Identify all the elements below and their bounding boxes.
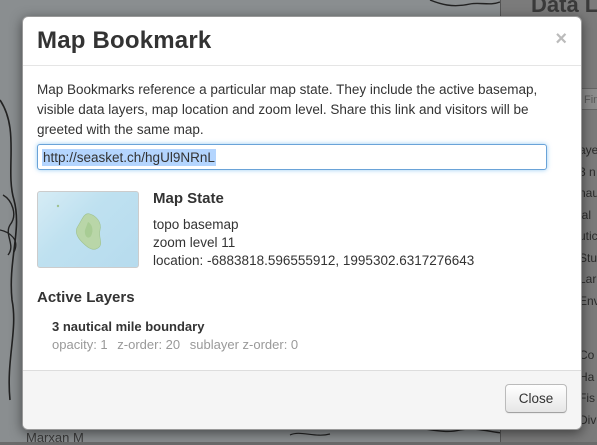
background-footer-text: Marxan M xyxy=(26,430,84,445)
bookmark-url-input[interactable] xyxy=(37,144,547,170)
close-icon[interactable]: × xyxy=(555,29,567,49)
zoom-level-text: zoom level 11 xyxy=(153,235,236,250)
dialog-title: Map Bookmark xyxy=(37,27,212,54)
close-button[interactable]: Close xyxy=(505,384,567,413)
island-thumbnail-image xyxy=(56,204,102,250)
dialog-header: Map Bookmark × xyxy=(23,17,581,66)
dialog-body: Map Bookmarks reference a particular map… xyxy=(37,66,567,352)
layer-properties: opacity: 1 z-order: 20 sublayer z-order:… xyxy=(52,337,304,352)
location-text: location: -6883818.596555912, 1995302.63… xyxy=(153,253,475,268)
map-thumbnail xyxy=(37,191,139,268)
intro-text: Map Bookmarks reference a particular map… xyxy=(37,82,538,137)
layer-name: 3 nautical mile boundary xyxy=(52,319,205,334)
map-state-title: Map State xyxy=(153,190,224,207)
map-bookmark-dialog: Map Bookmark × Map Bookmarks reference a… xyxy=(22,16,582,430)
layer-z-order: z-order: 20 xyxy=(117,337,181,352)
layer-opacity: opacity: 1 xyxy=(52,337,108,352)
active-layers-title: Active Layers xyxy=(37,289,135,306)
basemap-text: topo basemap xyxy=(153,217,239,232)
layer-sublayer-z-order: sublayer z-order: 0 xyxy=(189,337,299,352)
dialog-footer: Close xyxy=(23,370,581,429)
